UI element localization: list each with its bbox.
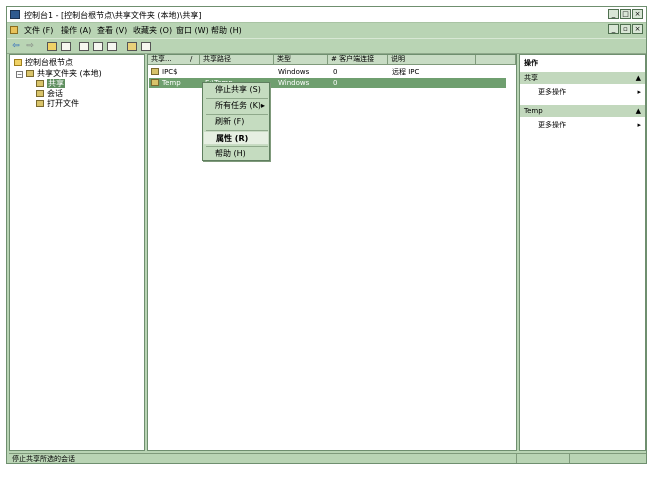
share-row-icon <box>151 68 159 75</box>
tree-label: 共享文件夹 (本地) <box>37 69 102 78</box>
collapse-arrow-icon[interactable]: ▲ <box>636 72 641 84</box>
toolbar: ⇦ ⇨ <box>7 38 646 54</box>
menu-item-all-tasks[interactable]: 所有任务 (K) ▸ <box>203 99 269 113</box>
type-cell: Windows <box>278 68 310 76</box>
menu-window[interactable]: 窗口 (W) <box>176 25 209 36</box>
tree-pane[interactable]: 控制台根节点 − 共享文件夹 (本地) 共享 会话 打开文件 <box>9 54 145 451</box>
shared-folder-icon <box>26 70 34 77</box>
tree-item-shares[interactable]: 共享 <box>36 79 65 89</box>
actions-title: 操作 <box>520 57 645 69</box>
forward-arrow-icon[interactable]: ⇨ <box>25 42 35 51</box>
open-files-icon <box>36 100 44 107</box>
actions-pane: 操作 共享 ▲ 更多操作 ▸ Temp ▲ 更多操作 ▸ <box>519 54 646 451</box>
share-icon <box>36 80 44 87</box>
child-window-icon[interactable] <box>10 26 18 34</box>
tree-item-sessions[interactable]: 会话 <box>36 89 63 99</box>
show-tree-icon[interactable] <box>61 42 71 51</box>
more-actions-temp[interactable]: 更多操作 ▸ <box>520 119 645 131</box>
status-bar: 停止共享所选的会话 <box>9 453 646 463</box>
status-text: 停止共享所选的会话 <box>12 455 75 463</box>
column-header-type[interactable]: 类型 <box>274 55 328 65</box>
more-actions-shares[interactable]: 更多操作 ▸ <box>520 86 645 98</box>
tree-label: 共享 <box>47 79 65 88</box>
tree-label: 控制台根节点 <box>25 58 73 67</box>
sessions-icon <box>36 90 44 97</box>
child-minimize-button[interactable]: _ <box>608 24 619 34</box>
up-folder-icon[interactable] <box>47 42 57 51</box>
collapse-arrow-icon[interactable]: ▲ <box>636 105 641 117</box>
menu-action[interactable]: 操作 (A) <box>61 25 91 36</box>
close-button[interactable]: × <box>632 9 643 19</box>
menu-item-properties[interactable]: 属性 (R) <box>203 131 269 145</box>
console-icon <box>10 10 20 19</box>
tree-label: 打开文件 <box>47 99 79 108</box>
maximize-button[interactable]: □ <box>620 9 631 19</box>
export-list-icon[interactable] <box>107 42 117 51</box>
submenu-arrow-icon: ▸ <box>260 101 265 110</box>
collapse-toggle[interactable]: − <box>16 71 23 78</box>
folder-icon <box>14 59 22 66</box>
menu-item-refresh[interactable]: 刷新 (F) <box>203 115 269 129</box>
mmc-window: 控制台1 - [控制台根节点\共享文件夹 (本地)\共享] _ □ × 文件 (… <box>6 6 647 464</box>
action-pane-icon[interactable] <box>141 42 151 51</box>
submenu-arrow-icon: ▸ <box>637 121 641 129</box>
share-name-cell: Temp <box>151 78 181 88</box>
type-cell: Windows <box>278 79 310 87</box>
column-header-description[interactable]: 说明 <box>388 55 476 65</box>
window-title: 控制台1 - [控制台根节点\共享文件夹 (本地)\共享] <box>24 11 202 20</box>
sort-indicator: / <box>190 55 193 63</box>
minimize-button[interactable]: _ <box>608 9 619 19</box>
tree-item-console-root[interactable]: 控制台根节点 <box>14 58 73 68</box>
tree-label: 会话 <box>47 89 63 98</box>
clients-cell: 0 <box>333 79 338 87</box>
child-close-button[interactable]: × <box>632 24 643 34</box>
help-topic-icon[interactable] <box>127 42 137 51</box>
status-divider <box>516 454 517 463</box>
title-bar[interactable]: 控制台1 - [控制台根节点\共享文件夹 (本地)\共享] _ □ × <box>7 7 646 23</box>
menu-favorites[interactable]: 收藏夹 (O) <box>133 25 172 36</box>
share-name-cell: IPC$ <box>151 67 178 77</box>
menu-help[interactable]: 帮助 (H) <box>211 25 242 36</box>
back-arrow-icon[interactable]: ⇦ <box>11 42 21 51</box>
clients-cell: 0 <box>333 68 338 76</box>
properties-icon[interactable] <box>79 42 89 51</box>
actions-section-shares[interactable]: 共享 ▲ <box>520 72 645 84</box>
share-row-icon <box>151 79 159 86</box>
context-menu: 停止共享 (S) 所有任务 (K) ▸ 刷新 (F) 属性 (R) 帮助 (H) <box>202 82 270 161</box>
submenu-arrow-icon: ▸ <box>637 88 641 96</box>
tree-item-open-files[interactable]: 打开文件 <box>36 99 79 109</box>
menu-item-stop-sharing[interactable]: 停止共享 (S) <box>203 83 269 97</box>
new-window-icon[interactable] <box>93 42 103 51</box>
column-header-filler <box>476 55 516 65</box>
column-header-client-connections[interactable]: # 客户端连接 <box>328 55 388 65</box>
column-header-share-name[interactable]: 共享... / <box>148 55 200 65</box>
description-cell: 远程 IPC <box>392 68 420 76</box>
tree-item-shared-folders[interactable]: 共享文件夹 (本地) <box>26 69 102 79</box>
menu-file[interactable]: 文件 (F) <box>24 25 53 36</box>
menu-view[interactable]: 查看 (V) <box>97 25 127 36</box>
child-restore-button[interactable]: ▫ <box>620 24 631 34</box>
column-header-share-path[interactable]: 共享路径 <box>200 55 274 65</box>
menu-item-help[interactable]: 帮助 (H) <box>203 147 269 161</box>
status-divider <box>569 454 570 463</box>
menu-bar: 文件 (F) 操作 (A) 查看 (V) 收藏夹 (O) 窗口 (W) 帮助 (… <box>7 23 646 37</box>
actions-section-temp[interactable]: Temp ▲ <box>520 105 645 117</box>
